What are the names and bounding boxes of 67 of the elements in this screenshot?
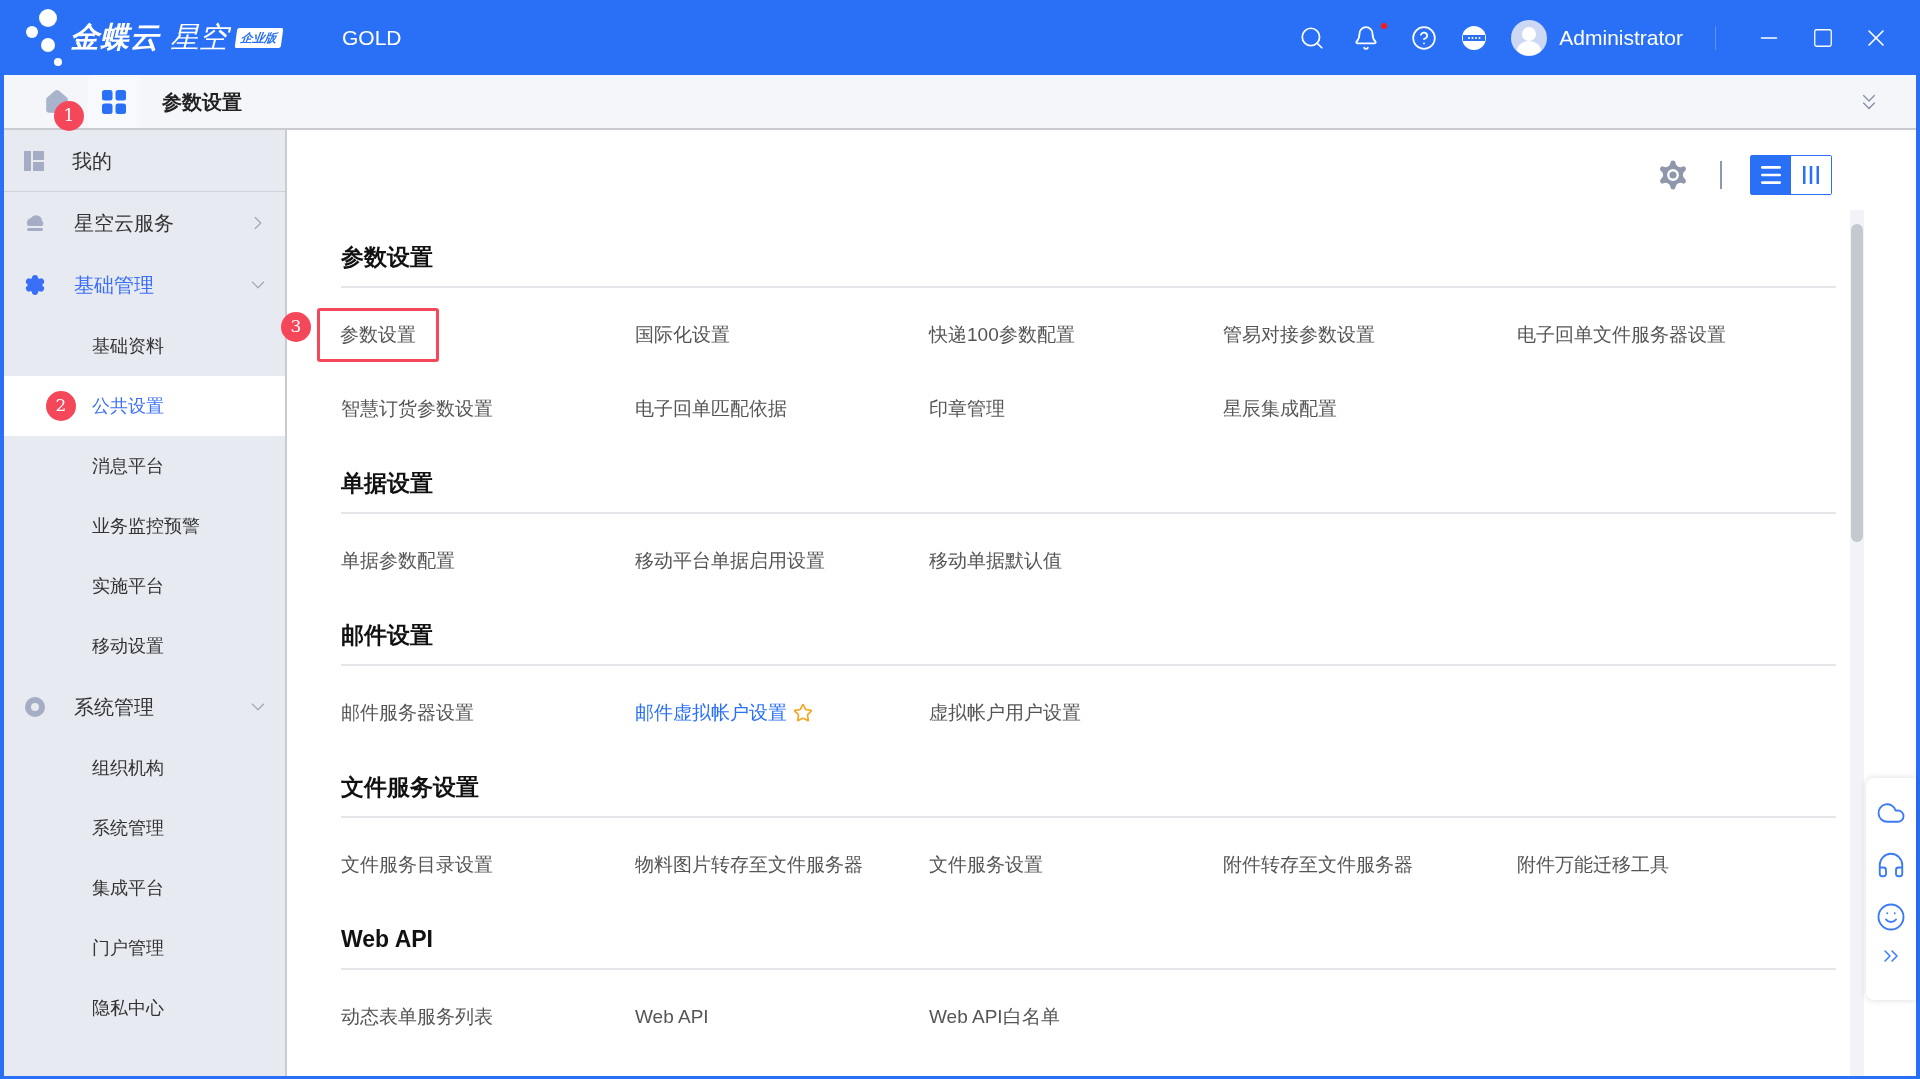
sidebar-item[interactable]: 星空云服务	[4, 192, 285, 254]
star-icon[interactable]	[793, 703, 813, 723]
edition-tag: 企业版	[234, 27, 284, 48]
sidebar-subitem[interactable]: 隐私中心	[4, 978, 285, 1038]
user-name[interactable]: Administrator	[1559, 21, 1683, 54]
settings-link[interactable]: 印章管理	[929, 394, 1005, 424]
settings-link[interactable]: 邮件服务器设置	[341, 698, 474, 728]
apps-grid-icon	[102, 89, 126, 114]
settings-link[interactable]: 移动单据默认值	[929, 546, 1062, 576]
section-title: 参数设置	[341, 224, 1836, 288]
sidebar-subitem[interactable]: 消息平台	[4, 436, 285, 496]
settings-link[interactable]: 文件服务设置	[929, 850, 1043, 880]
sidebar-subitem[interactable]: 2 公共设置	[4, 376, 285, 436]
sidebar-item[interactable]: 系统管理	[4, 676, 285, 738]
settings-link[interactable]: 单据参数配置	[341, 546, 455, 576]
smiley-icon[interactable]	[1876, 902, 1906, 932]
dashboard-icon	[24, 150, 44, 171]
page-tab[interactable]: 参数设置	[160, 75, 244, 128]
settings-link[interactable]: 动态表单服务列表	[341, 1002, 493, 1032]
settings-link[interactable]: 参数设置	[317, 307, 439, 363]
avatar-icon[interactable]	[1511, 19, 1548, 56]
gear-icon	[24, 274, 46, 296]
settings-link[interactable]: 附件转存至文件服务器	[1223, 850, 1413, 880]
tenant-name: GOLD	[342, 24, 402, 51]
settings-link[interactable]: 邮件虚拟帐户设置	[635, 698, 787, 728]
sidebar-subitem[interactable]: 系统管理	[4, 798, 285, 858]
settings-link[interactable]: 电子回单文件服务器设置	[1517, 320, 1726, 350]
number-badge: 1	[54, 100, 84, 131]
sidebar-subitem[interactable]: 实施平台	[4, 556, 285, 616]
settings-link[interactable]: 星辰集成配置	[1223, 394, 1337, 424]
columns-icon	[1801, 165, 1821, 185]
sidebar-subitem[interactable]: 集成平台	[4, 858, 285, 918]
section-title: 邮件设置	[341, 602, 1836, 666]
settings-link[interactable]: Web API白名单	[929, 1002, 1060, 1032]
settings-link[interactable]: 虚拟帐户用户设置	[929, 698, 1081, 728]
sidebar-subitem[interactable]: 业务监控预警	[4, 496, 285, 556]
number-badge: 2	[46, 391, 76, 421]
sidebar-subitem[interactable]: 组织机构	[4, 738, 285, 798]
sidebar-item[interactable]: 我的	[4, 130, 285, 192]
settings-link[interactable]: 国际化设置	[635, 320, 730, 350]
settings-link[interactable]: 管易对接参数设置	[1223, 320, 1375, 350]
section-title: Web API	[341, 906, 1836, 970]
bell-icon[interactable]	[1353, 24, 1380, 51]
settings-link[interactable]: 文件服务目录设置	[341, 850, 493, 880]
settings-link[interactable]: 快递100参数配置	[929, 320, 1075, 350]
sidebar-subitem[interactable]: 门户管理	[4, 918, 285, 978]
section-title: 单据设置	[341, 450, 1836, 514]
settings-link[interactable]: 附件万能迁移工具	[1517, 850, 1669, 880]
apps-tab[interactable]	[88, 75, 140, 128]
headphones-icon[interactable]	[1876, 850, 1906, 880]
list-view-button[interactable]	[1751, 156, 1791, 194]
help-icon[interactable]	[1411, 24, 1438, 51]
brand-name: 金蝶云	[70, 19, 160, 55]
settings-link[interactable]: 智慧订货参数设置	[341, 394, 493, 424]
more-icon[interactable]	[1461, 24, 1488, 51]
settings-link[interactable]: Web API	[635, 1002, 709, 1032]
cloud-icon	[24, 214, 46, 232]
settings-link[interactable]: 电子回单匹配依据	[635, 394, 787, 424]
target-icon	[24, 696, 46, 718]
section-title: 文件服务设置	[341, 754, 1836, 818]
scrollbar-thumb[interactable]	[1851, 224, 1863, 542]
search-icon[interactable]	[1299, 24, 1326, 51]
sidebar-subitem[interactable]: 移动设置	[4, 616, 285, 676]
number-badge: 3	[281, 312, 311, 342]
maximize-icon[interactable]	[1812, 26, 1834, 49]
settings-link[interactable]: 移动平台单据启用设置	[635, 546, 825, 576]
settings-link[interactable]: 物料图片转存至文件服务器	[635, 850, 863, 880]
